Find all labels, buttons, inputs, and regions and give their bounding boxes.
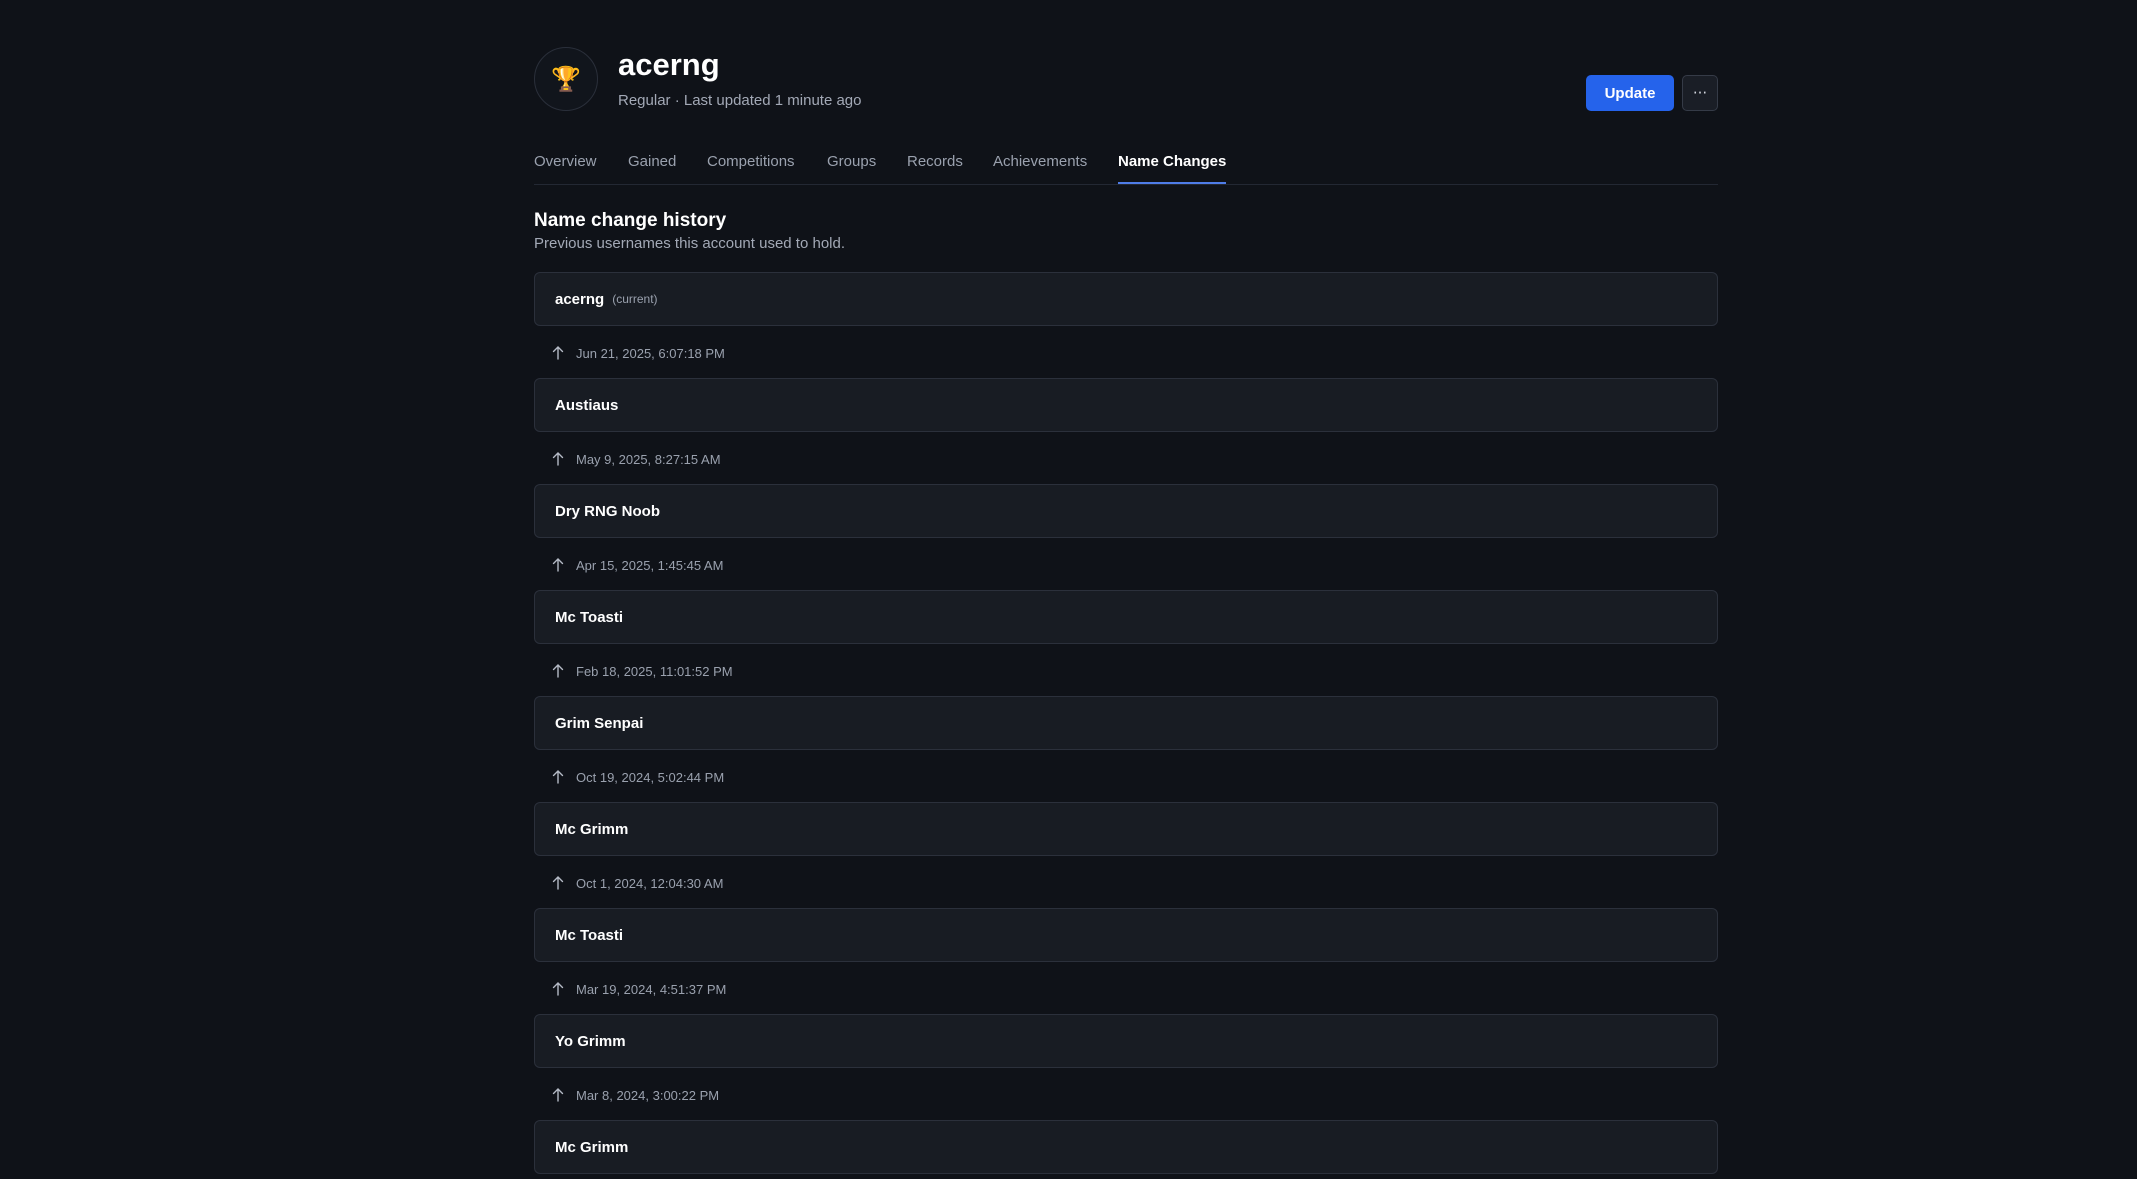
- more-options-button[interactable]: ···: [1682, 75, 1718, 111]
- tab-achievements[interactable]: Achievements: [993, 152, 1087, 172]
- name-card: Mc Grimm: [534, 802, 1718, 856]
- name-text: Mc Toasti: [555, 608, 624, 626]
- name-card-current: acerng (current): [534, 272, 1718, 326]
- arrow-up-icon: [552, 346, 564, 360]
- page: 🏆 acerng Regular · Last updated 1 minute…: [0, 0, 2137, 1179]
- name-text: Grim Senpai: [555, 714, 644, 732]
- name-change-date: Apr 15, 2025, 1:45:45 AM: [550, 555, 723, 575]
- trophy-icon: 🏆: [551, 65, 581, 93]
- name-change-date: Mar 8, 2024, 3:00:22 PM: [550, 1085, 719, 1105]
- name-text: acerng: [555, 290, 605, 308]
- date-text: Feb 18, 2025, 11:01:52 PM: [576, 663, 733, 679]
- name-change-date: Jun 21, 2025, 6:07:18 PM: [550, 343, 725, 363]
- name-card: Mc Toasti: [534, 590, 1718, 644]
- tab-groups[interactable]: Groups: [827, 152, 876, 172]
- name-change-date: Oct 19, 2024, 5:02:44 PM: [550, 767, 724, 787]
- arrow-up-icon: [552, 452, 564, 466]
- date-text: Apr 15, 2025, 1:45:45 AM: [576, 557, 724, 573]
- arrow-up-icon: [552, 770, 564, 784]
- name-card: Mc Grimm: [534, 1120, 1718, 1174]
- date-text: Mar 8, 2024, 3:00:22 PM: [576, 1087, 720, 1103]
- name-card: Yo Grimm: [534, 1014, 1718, 1068]
- player-name: acerng: [618, 47, 720, 82]
- name-text: Mc Grimm: [555, 1138, 629, 1156]
- name-text: Mc Grimm: [555, 820, 629, 838]
- date-text: May 9, 2025, 8:27:15 AM: [576, 451, 721, 467]
- name-card: Dry RNG Noob: [534, 484, 1718, 538]
- arrow-up-icon: [552, 558, 564, 572]
- name-change-date: Oct 1, 2024, 12:04:30 AM: [550, 873, 723, 893]
- player-avatar: 🏆: [534, 47, 598, 111]
- tab-name-changes[interactable]: Name Changes: [1118, 152, 1227, 184]
- player-meta: Regular · Last updated 1 minute ago: [618, 92, 862, 109]
- name-text: Dry RNG Noob: [555, 502, 660, 520]
- name-card: Grim Senpai: [534, 696, 1718, 750]
- date-text: Mar 19, 2024, 4:51:37 PM: [576, 981, 727, 997]
- tab-gained[interactable]: Gained: [628, 152, 676, 172]
- tab-overview[interactable]: Overview: [534, 152, 597, 172]
- profile-header: 🏆 acerng Regular · Last updated 1 minute…: [534, 47, 1718, 111]
- arrow-up-icon: [552, 664, 564, 678]
- update-button[interactable]: Update: [1586, 75, 1674, 111]
- name-change-date: Mar 19, 2024, 4:51:37 PM: [550, 979, 726, 999]
- name-change-date: May 9, 2025, 8:27:15 AM: [550, 449, 721, 469]
- name-text: Yo Grimm: [555, 1032, 626, 1050]
- name-text: Mc Toasti: [555, 926, 624, 944]
- arrow-up-icon: [552, 1088, 564, 1102]
- name-change-date: Feb 18, 2025, 11:01:52 PM: [550, 661, 733, 681]
- name-card: Mc Toasti: [534, 908, 1718, 962]
- name-text: Austiaus: [555, 396, 619, 414]
- profile-container: 🏆 acerng Regular · Last updated 1 minute…: [534, 47, 1718, 1174]
- tab-records[interactable]: Records: [907, 152, 963, 172]
- current-badge: (current): [612, 292, 658, 306]
- name-card: Austiaus: [534, 378, 1718, 432]
- profile-tabs: Overview Gained Competitions Groups Reco…: [534, 148, 1718, 185]
- arrow-up-icon: [552, 982, 564, 996]
- ellipsis-icon: ···: [1692, 84, 1708, 102]
- section-title: Name change history: [534, 210, 727, 231]
- date-text: Oct 19, 2024, 5:02:44 PM: [576, 769, 725, 785]
- date-text: Jun 21, 2025, 6:07:18 PM: [576, 345, 725, 361]
- arrow-up-icon: [552, 876, 564, 890]
- section-subtitle: Previous usernames this account used to …: [534, 235, 846, 252]
- date-text: Oct 1, 2024, 12:04:30 AM: [576, 875, 724, 891]
- tab-competitions[interactable]: Competitions: [707, 152, 795, 172]
